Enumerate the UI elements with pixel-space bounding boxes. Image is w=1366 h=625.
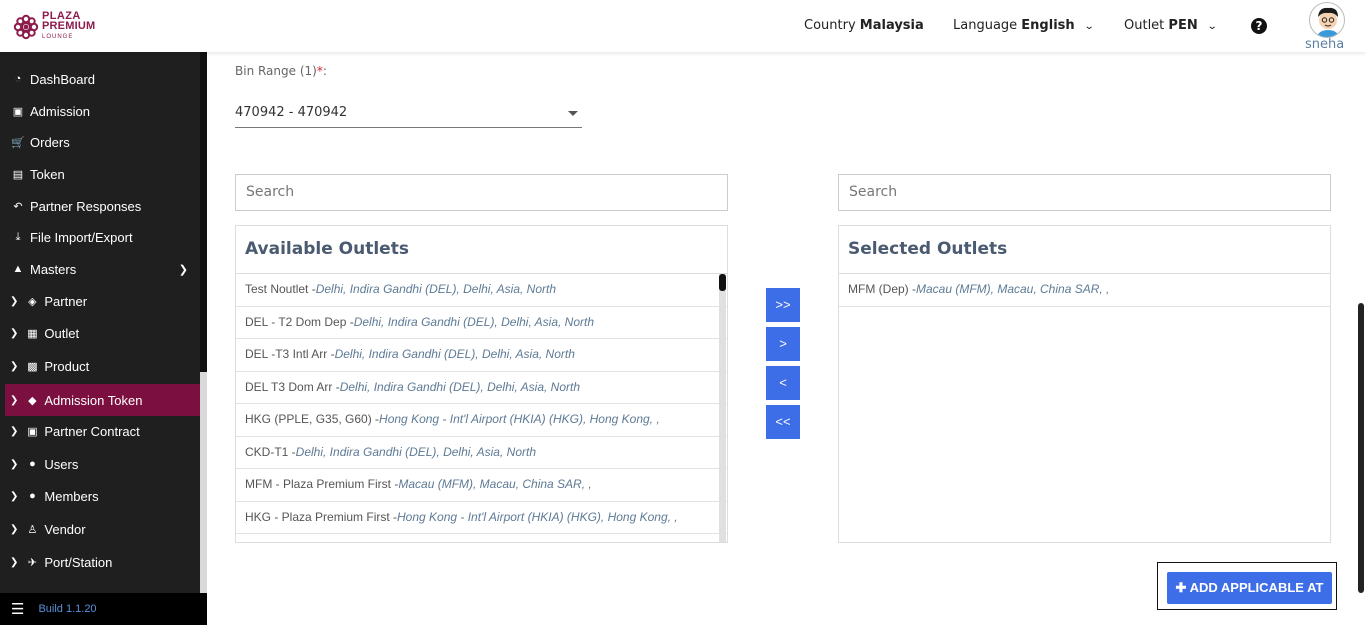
sidebar-item-orders[interactable]: 🛒 Orders	[5, 126, 200, 158]
chevron-right-icon: ❯	[10, 295, 19, 307]
plus-icon: ✚	[1175, 580, 1187, 595]
remove-all-button[interactable]: <<	[766, 405, 800, 439]
logo-line2: PREMIUM	[42, 20, 96, 32]
selected-search-input[interactable]: Search	[838, 174, 1331, 211]
male-icon: ♙	[27, 523, 38, 536]
reply-icon: ↶	[13, 200, 23, 213]
add-applicable-at-button[interactable]: ✚ ADD APPLICABLE AT	[1167, 572, 1332, 604]
cart-icon: 🛒	[11, 136, 25, 149]
top-header: PLAZA PREMIUM LOUNGE Country Malaysia La…	[0, 0, 1366, 52]
dashboard-icon: ◔	[14, 73, 22, 85]
list-item[interactable]: DEL T3 Dom Arr -Delhi, Indira Gandhi (DE…	[236, 372, 727, 404]
language-value: English	[1021, 18, 1075, 33]
bin-range-select[interactable]: 470942 - 470942	[235, 100, 582, 128]
chevron-down-icon: ⌄	[1083, 21, 1095, 32]
selected-outlets-list: MFM (Dep) -Macau (MFM), Macau, China SAR…	[839, 274, 1330, 307]
available-list-scroll-thumb[interactable]	[719, 274, 726, 291]
chevron-right-icon: ❯	[10, 458, 19, 470]
available-outlets-list: Test Noutlet -Delhi, Indira Gandhi (DEL)…	[236, 274, 727, 534]
list-item[interactable]: MFM - Plaza Premium First -Macau (MFM), …	[236, 469, 727, 502]
list-item[interactable]: HKG (PPLE, G35, G60) -Hong Kong - Int'l …	[236, 404, 727, 437]
sidebar-footer: ☰ Build 1.1.20	[0, 593, 207, 625]
sidebar-item-members[interactable]: ❯ ● Members	[5, 480, 200, 512]
chevron-down-icon: ⌄	[1206, 21, 1218, 32]
sidebar-item-users[interactable]: ❯ ● Users	[5, 448, 200, 480]
selected-outlets-panel: Selected Outlets MFM (Dep) -Macau (MFM),…	[838, 225, 1331, 543]
available-outlets-panel: Available Outlets Test Noutlet -Delhi, I…	[235, 225, 728, 543]
sidebar-scroll-thumb[interactable]	[200, 52, 207, 372]
sidebar-item-vendor[interactable]: ❯ ♙ Vendor	[5, 513, 200, 545]
plaza-premium-logo[interactable]: PLAZA PREMIUM LOUNGE	[13, 11, 95, 42]
chevron-right-icon: ❯	[10, 360, 19, 372]
bin-range-label: Bin Range (1)*:	[235, 64, 327, 78]
sidebar-item-masters[interactable]: ▲ Masters ❯	[5, 253, 200, 285]
available-outlets-title: Available Outlets	[236, 226, 727, 274]
logo-line3: LOUNGE	[42, 34, 74, 40]
country-label: Country	[804, 18, 856, 33]
sidebar-item-token[interactable]: ▤ Token	[5, 158, 200, 190]
chevron-right-icon: ❯	[10, 394, 19, 406]
logo-flower-icon	[13, 14, 39, 40]
remove-selected-button[interactable]: <	[766, 366, 800, 400]
chevron-right-icon: ❯	[10, 556, 19, 568]
language-label: Language	[953, 18, 1018, 33]
language-dropdown[interactable]: Language English ⌄	[953, 18, 1095, 33]
file-icon: ▤	[12, 168, 24, 181]
list-item[interactable]: DEL - T2 Dom Dep -Delhi, Indira Gandhi (…	[236, 307, 727, 339]
add-selected-button[interactable]: >	[766, 327, 800, 361]
users-icon: ●	[29, 490, 36, 502]
list-item[interactable]: HKG - Plaza Premium First -Hong Kong - I…	[236, 502, 727, 534]
sidebar-item-admission-token[interactable]: ❯ ◆ Admission Token	[5, 384, 200, 416]
build-version: Build 1.1.20	[38, 603, 97, 615]
outlet-value: PEN	[1168, 18, 1198, 33]
list-item[interactable]: CKD-T1 -Delhi, Indira Gandhi (DEL), Delh…	[236, 437, 727, 469]
sidebar-item-admission[interactable]: ▣ Admission	[5, 95, 200, 127]
page-scrollbar[interactable]	[1358, 303, 1364, 593]
username[interactable]: sneha	[1305, 37, 1344, 52]
add-all-button[interactable]: >>	[766, 288, 800, 322]
building-icon: ▦	[27, 327, 38, 340]
chevron-right-icon: ❯	[10, 523, 19, 535]
chevron-right-icon: ❯	[10, 490, 19, 502]
handshake-icon: ◈	[28, 295, 37, 308]
sidebar-item-file-import-export[interactable]: ⤓ File Import/Export	[5, 221, 200, 253]
hamburger-menu-icon[interactable]: ☰	[11, 600, 24, 618]
chevron-right-icon: ❯	[10, 425, 19, 437]
outlet-label: Outlet	[1124, 18, 1165, 33]
sidebar-item-dashboard[interactable]: ◔ DashBoard	[5, 63, 200, 95]
country-value: Malaysia	[859, 18, 924, 33]
user-avatar-icon	[1316, 7, 1340, 37]
user-icon: ●	[29, 458, 36, 470]
add-applicable-focus-ring: ✚ ADD APPLICABLE AT	[1157, 562, 1337, 610]
id-card-icon: ▣	[12, 105, 24, 118]
chevron-down-icon: ❯	[178, 263, 188, 276]
chevron-right-icon: ❯	[10, 327, 19, 339]
sidebar: ◔ DashBoard ▣ Admission 🛒 Orders ▤ Token…	[0, 52, 207, 625]
briefcase-icon: ▣	[27, 425, 38, 438]
list-item[interactable]: DEL -T3 Intl Arr -Delhi, Indira Gandhi (…	[236, 339, 727, 372]
bin-range-value: 470942 - 470942	[235, 105, 348, 120]
sidebar-item-partner-responses[interactable]: ↶ Partner Responses	[5, 190, 200, 222]
sidebar-item-port-station[interactable]: ❯ ✈ Port/Station	[5, 546, 200, 578]
available-search-input[interactable]: Search	[235, 174, 728, 211]
sidebar-item-partner-contract[interactable]: ❯ ▣ Partner Contract	[5, 415, 200, 447]
list-item[interactable]: Test Noutlet -Delhi, Indira Gandhi (DEL)…	[236, 274, 727, 307]
sidebar-item-outlet[interactable]: ❯ ▦ Outlet	[5, 317, 200, 349]
tags-icon: ◆	[28, 394, 37, 407]
gift-icon: ▩	[27, 360, 38, 373]
sidebar-item-partner[interactable]: ❯ ◈ Partner	[5, 285, 200, 317]
sidebar-item-product[interactable]: ❯ ▩ Product	[5, 350, 200, 382]
selected-outlets-title: Selected Outlets	[839, 226, 1330, 274]
download-icon: ⤓	[15, 230, 21, 243]
avatar[interactable]	[1309, 2, 1345, 38]
question-circle-icon[interactable]: ?	[1251, 18, 1267, 34]
sitemap-icon: ▲	[12, 263, 24, 275]
country-selector[interactable]: Country Malaysia	[804, 18, 924, 33]
outlet-dropdown[interactable]: Outlet PEN ⌄	[1124, 18, 1218, 33]
available-list-scrollbar[interactable]	[719, 274, 726, 542]
caret-down-icon	[568, 111, 578, 116]
list-item[interactable]: MFM (Dep) -Macau (MFM), Macau, China SAR…	[839, 274, 1330, 307]
plane-icon: ✈	[27, 556, 37, 569]
